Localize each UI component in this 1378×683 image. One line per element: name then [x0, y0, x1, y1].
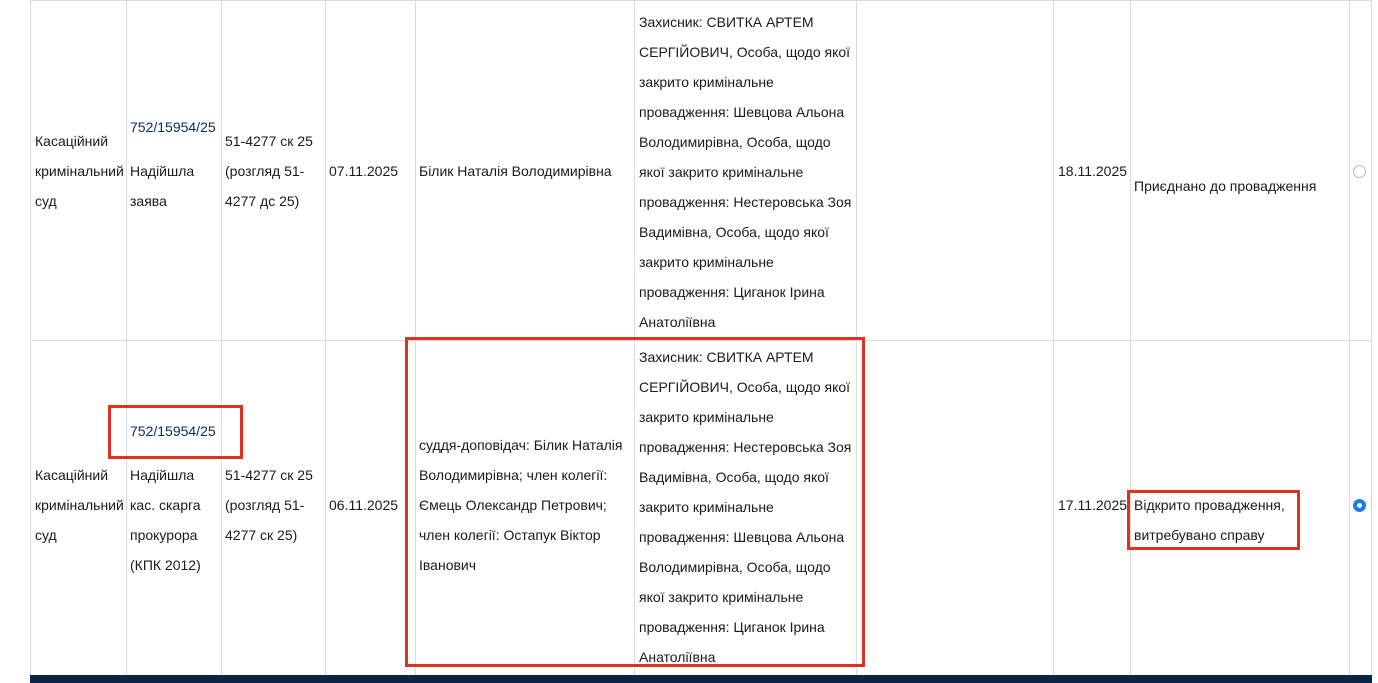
court-name: Касаційний кримінальний суд	[35, 467, 124, 543]
column-divider	[30, 0, 31, 675]
column-divider	[1349, 0, 1350, 675]
case-cell: 752/15954/25 Надійшла заява	[130, 112, 222, 216]
case-number-link[interactable]: 752/15954/25	[130, 112, 216, 142]
court-cell: Касаційний кримінальний суд	[35, 126, 125, 216]
participants: Захисник: СВИТКА АРТЕМ СЕРГІЙОВИЧ, Особа,…	[639, 14, 852, 330]
decision-date: 17.11.2025	[1058, 497, 1128, 513]
proceeding-number: 51-4277 ск 25 (розгляд 51- 4277 ск 25)	[225, 467, 313, 543]
decision-date-cell: 18.11.2025	[1058, 156, 1130, 186]
highlight-box-composition-participants	[405, 337, 865, 667]
highlight-box-case-number	[108, 405, 243, 459]
column-divider	[1130, 0, 1131, 675]
column-divider	[126, 0, 127, 675]
status-cell: Приєднано до провадження	[1134, 171, 1348, 201]
row-select-radio[interactable]	[1353, 165, 1366, 178]
court-cell: Касаційний кримінальний суд	[35, 460, 125, 550]
column-divider	[1053, 0, 1054, 675]
proceeding-cell: 51-4277 ск 25 (розгляд 51- 4277 дс 25)	[225, 126, 325, 216]
proceeding-number: 51-4277 ск 25 (розгляд 51- 4277 дс 25)	[225, 133, 313, 209]
court-composition: Білик Наталія Володимирівна	[419, 163, 612, 179]
proceeding-status: Приєднано до провадження	[1134, 178, 1317, 194]
column-divider	[325, 0, 326, 675]
proceeding-cell: 51-4277 ск 25 (розгляд 51- 4277 ск 25)	[225, 460, 325, 550]
decision-date: 18.11.2025	[1058, 163, 1128, 179]
reg-date-cell: 07.11.2025	[329, 156, 417, 186]
registration-date: 07.11.2025	[329, 163, 399, 179]
composition-cell: Білик Наталія Володимирівна	[419, 156, 634, 186]
doc-type: Надійшла заява	[130, 163, 195, 209]
registration-date: 06.11.2025	[329, 497, 399, 513]
row-select-radio-selected[interactable]	[1353, 499, 1366, 512]
highlight-box-status	[1127, 490, 1300, 550]
footer-bar	[30, 675, 1372, 683]
reg-date-cell: 06.11.2025	[329, 490, 417, 520]
doc-type: Надійшла кас. скарга прокурора (КПК 2012)	[130, 467, 201, 573]
decision-date-cell: 17.11.2025	[1058, 490, 1130, 520]
participants-cell: Захисник: СВИТКА АРТЕМ СЕРГІЙОВИЧ, Особа,…	[639, 7, 855, 337]
court-name: Касаційний кримінальний суд	[35, 133, 124, 209]
column-divider	[1371, 0, 1372, 675]
